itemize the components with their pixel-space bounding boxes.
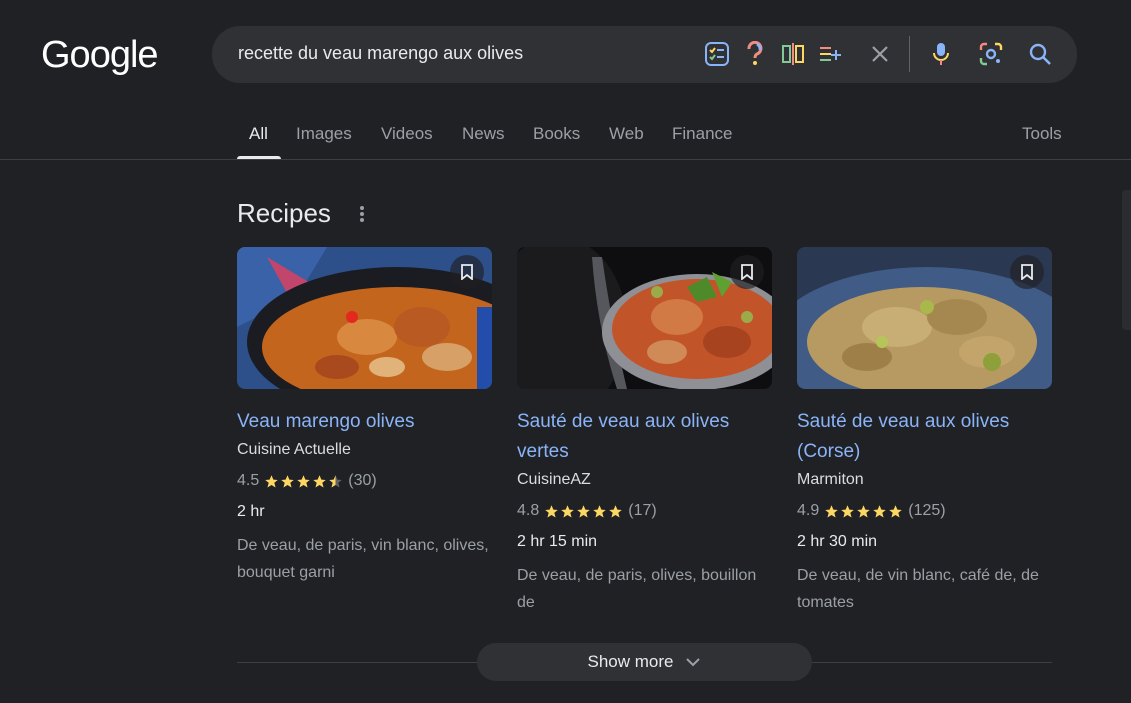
tab-books[interactable]: Books [533, 124, 580, 144]
star-icon [561, 504, 574, 517]
question-icon[interactable] [741, 40, 769, 68]
recipe-rating: 4.5 (30) [237, 470, 492, 492]
rating-value: 4.9 [797, 502, 820, 519]
search-divider [909, 36, 910, 72]
recipe-image[interactable] [517, 247, 772, 389]
google-logo[interactable]: Google [41, 34, 159, 77]
star-icon [609, 504, 622, 517]
star-icon [889, 504, 902, 517]
search-icon[interactable] [1026, 40, 1054, 68]
star-rating [264, 474, 343, 489]
recipe-image[interactable] [237, 247, 492, 389]
cook-time: 2 hr 15 min [517, 533, 598, 550]
bookmark-icon [461, 264, 473, 280]
star-icon [545, 504, 558, 517]
cook-time: 2 hr [237, 503, 265, 520]
show-more-label: Show more [587, 652, 674, 671]
recipe-image[interactable] [797, 247, 1052, 389]
recipe-rating: 4.8 (17) [517, 500, 772, 522]
review-count: (17) [628, 502, 657, 519]
recipe-card[interactable]: Sauté de veau aux olives vertes CuisineA… [517, 247, 772, 616]
bookmark-icon [741, 264, 753, 280]
recipe-title[interactable]: Veau marengo olives [237, 407, 492, 437]
recipe-rating: 4.9 (125) [797, 500, 1052, 522]
save-recipe-button[interactable] [450, 255, 484, 289]
star-icon [577, 504, 590, 517]
recipe-source: Marmiton [797, 471, 864, 488]
active-tab-indicator [237, 156, 281, 159]
recipe-title[interactable]: Sauté de veau aux olives (Corse) [797, 407, 1052, 467]
recipe-card[interactable]: Veau marengo olives Cuisine Actuelle 4.5… [237, 247, 492, 586]
star-icon [857, 504, 870, 517]
add-list-icon[interactable] [816, 40, 844, 68]
tools-button[interactable]: Tools [1022, 124, 1062, 144]
review-count: (30) [348, 472, 377, 489]
chevron-down-icon [686, 658, 701, 667]
show-more-button[interactable]: Show more [477, 643, 812, 681]
star-rating [824, 504, 903, 519]
save-recipe-button[interactable] [1010, 255, 1044, 289]
tab-news[interactable]: News [462, 124, 505, 144]
recipe-source: CuisineAZ [517, 471, 591, 488]
mic-icon[interactable] [927, 40, 955, 68]
recipe-source: Cuisine Actuelle [237, 441, 351, 458]
section-title: Recipes [237, 198, 331, 228]
ingredients: De veau, de paris, vin blanc, olives, bo… [237, 537, 489, 581]
scrollbar[interactable] [1122, 190, 1131, 330]
checklist-icon[interactable] [703, 40, 731, 68]
ingredients: De veau, de vin blanc, café de, de tomat… [797, 567, 1039, 611]
star-icon [873, 504, 886, 517]
save-recipe-button[interactable] [730, 255, 764, 289]
tab-finance[interactable]: Finance [672, 124, 732, 144]
star-rating [544, 504, 623, 519]
cook-time: 2 hr 30 min [797, 533, 878, 550]
recipe-card[interactable]: Sauté de veau aux olives (Corse) Marmito… [797, 247, 1052, 616]
search-bar[interactable]: recette du veau marengo aux olives [212, 26, 1077, 83]
star-icon [313, 474, 326, 487]
rating-value: 4.8 [517, 502, 540, 519]
search-input[interactable]: recette du veau marengo aux olives [238, 43, 523, 64]
star-icon [593, 504, 606, 517]
star-icon [281, 474, 294, 487]
close-icon[interactable] [866, 40, 894, 68]
rating-value: 4.5 [237, 472, 260, 489]
star-icon [329, 474, 342, 487]
tab-web[interactable]: Web [609, 124, 644, 144]
star-icon [265, 474, 278, 487]
star-icon [297, 474, 310, 487]
ingredients: De veau, de paris, olives, bouillon de [517, 567, 757, 611]
more-options-icon[interactable] [354, 203, 370, 225]
review-count: (125) [908, 502, 946, 519]
tab-images[interactable]: Images [296, 124, 352, 144]
star-icon [841, 504, 854, 517]
star-icon [825, 504, 838, 517]
recipe-title[interactable]: Sauté de veau aux olives vertes [517, 407, 772, 467]
search-tabs: All Images Videos News Books Web Finance… [0, 110, 1131, 160]
compare-icon[interactable] [779, 40, 807, 68]
bookmark-icon [1021, 264, 1033, 280]
lens-icon[interactable] [977, 40, 1005, 68]
tab-videos[interactable]: Videos [381, 124, 433, 144]
tab-all[interactable]: All [249, 124, 268, 144]
